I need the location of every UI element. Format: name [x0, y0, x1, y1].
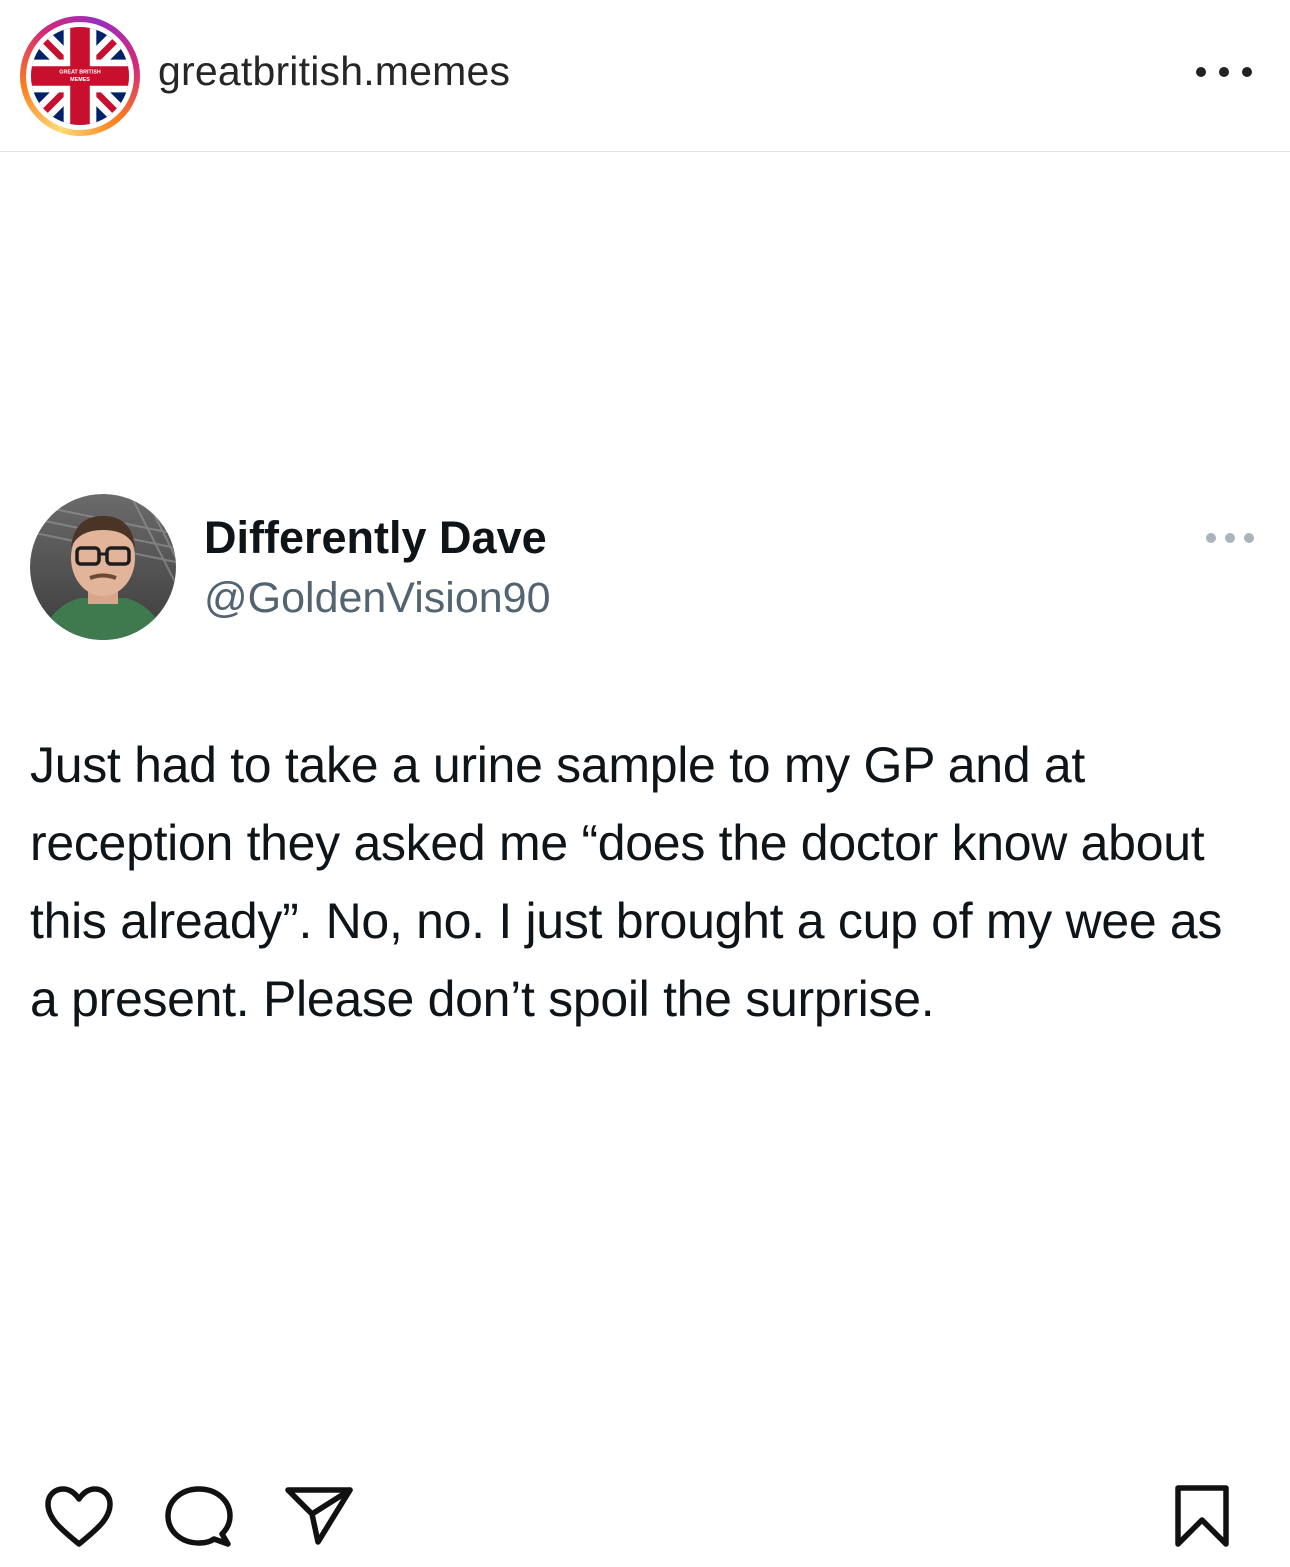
tweet-more-icon	[1206, 532, 1254, 544]
paper-plane-icon[interactable]	[284, 1484, 354, 1546]
svg-text:GREAT BRITISH: GREAT BRITISH	[59, 70, 101, 76]
heart-icon[interactable]	[42, 1484, 116, 1550]
tweet-display-name: Differently Dave	[204, 512, 547, 563]
post-header: GREAT BRITISH MEMES greatbritish.memes	[0, 0, 1290, 152]
tweet-handle: @GoldenVision90	[204, 574, 551, 622]
more-options-icon[interactable]	[1196, 62, 1252, 82]
tweet-body-text: Just had to take a urine sample to my GP…	[30, 737, 1223, 1027]
bookmark-icon[interactable]	[1172, 1484, 1232, 1550]
union-jack-logo: GREAT BRITISH MEMES	[31, 27, 129, 125]
svg-text:MEMES: MEMES	[70, 77, 90, 83]
tweet-author-avatar	[30, 494, 176, 640]
author-username[interactable]: greatbritish.memes	[158, 48, 510, 95]
author-avatar[interactable]: GREAT BRITISH MEMES	[20, 16, 140, 136]
comment-bubble-icon[interactable]	[164, 1484, 234, 1550]
